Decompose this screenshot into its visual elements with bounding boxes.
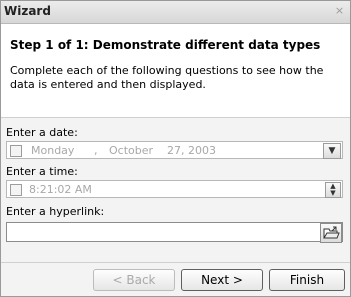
footer-separator: [1, 262, 350, 263]
step-title: Step 1 of 1: Demonstrate different data …: [10, 38, 321, 52]
wizard-window: Wizard × Step 1 of 1: Demonstrate differ…: [0, 0, 351, 297]
hyperlink-label: Enter a hyperlink:: [6, 205, 105, 218]
folder-open-icon[interactable]: [320, 223, 342, 243]
spin-updown-icon[interactable]: ▲ ▼: [325, 182, 341, 198]
time-checkbox[interactable]: [10, 184, 22, 196]
time-label: Enter a time:: [6, 165, 78, 178]
step-description: Complete each of the following questions…: [10, 64, 324, 91]
close-icon[interactable]: ×: [333, 5, 346, 18]
back-button[interactable]: < Back: [93, 269, 175, 291]
finish-button[interactable]: Finish: [269, 269, 345, 291]
date-checkbox[interactable]: [10, 145, 22, 157]
date-weekday: Monday: [31, 144, 75, 157]
hyperlink-input[interactable]: [6, 222, 343, 243]
wizard-header: Step 1 of 1: Demonstrate different data …: [1, 24, 350, 118]
next-button[interactable]: Next >: [181, 269, 263, 291]
time-picker[interactable]: 8:21:02 AM ▲ ▼: [6, 180, 343, 198]
time-value: 8:21:02 AM: [29, 183, 92, 196]
date-month: October: [109, 144, 154, 157]
chevron-down-icon[interactable]: ▼: [323, 143, 341, 159]
date-label: Enter a date:: [6, 126, 78, 139]
title-bar: Wizard ×: [1, 1, 350, 24]
date-comma: ,: [94, 144, 98, 157]
date-day-year: 27, 2003: [167, 144, 216, 157]
date-picker[interactable]: Monday , October 27, 2003 ▼: [6, 141, 343, 159]
window-title: Wizard: [4, 4, 51, 18]
